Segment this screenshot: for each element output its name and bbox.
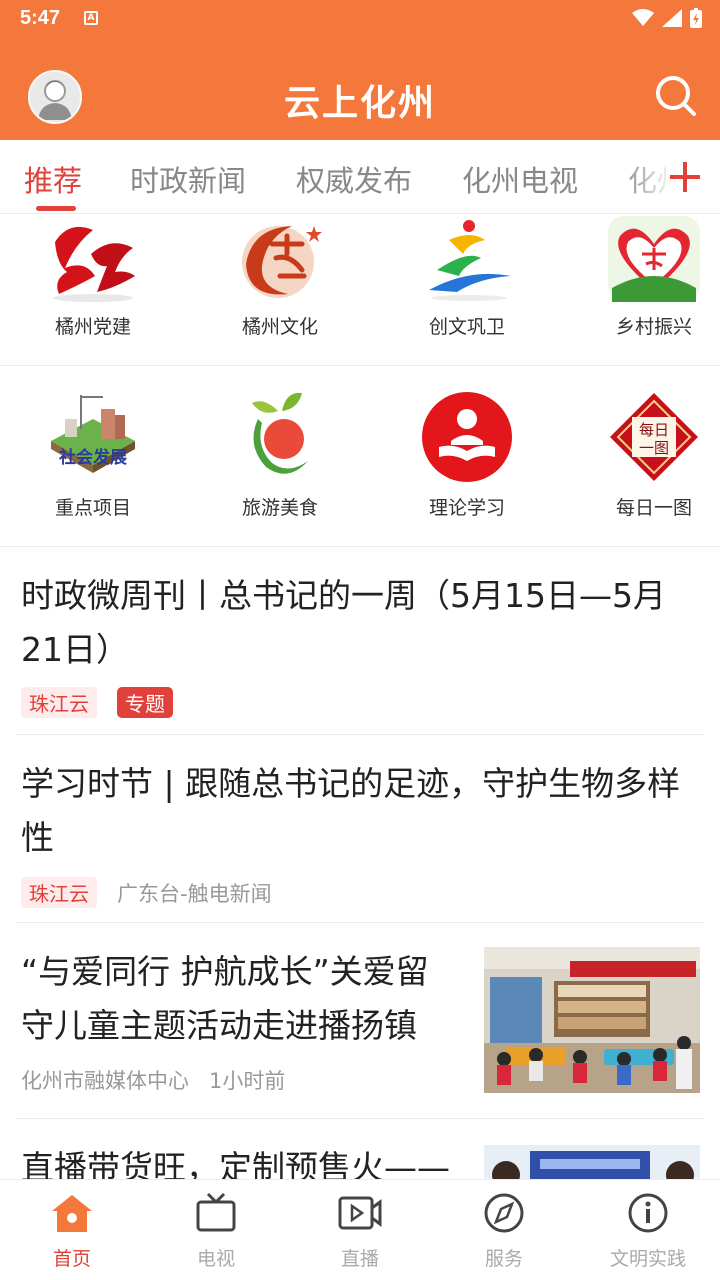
- add-channel-icon[interactable]: [666, 158, 704, 196]
- app-header-bar: 5:47 A 云上化州: [0, 0, 720, 140]
- news-time: 1小时前: [209, 1069, 286, 1093]
- tab-recommend[interactable]: 推荐: [24, 158, 82, 200]
- shortcut-label: 乡村振兴: [615, 316, 692, 338]
- title-bar: 云上化州: [0, 38, 720, 140]
- rural-revitalization-icon: [608, 216, 700, 302]
- news-meta: 珠江云 专题: [21, 687, 173, 718]
- daily-picture-icon: 每日 一图: [610, 393, 698, 481]
- news-title: “与爱同行 护航成长”关爱留守儿童主题活动走进播扬镇: [21, 952, 429, 1045]
- shortcut-civilization[interactable]: 创文巩卫: [377, 214, 557, 339]
- news-item[interactable]: 学习时节 | 跟随总书记的足迹，守护生物多样性 珠江云 广东台-触电新闻: [16, 735, 704, 923]
- nav-live[interactable]: 直播: [288, 1192, 432, 1271]
- key-projects-icon: 社会发展: [51, 395, 135, 473]
- notification-icon: A: [84, 11, 98, 25]
- tab-official-release[interactable]: 权威发布: [296, 158, 412, 200]
- news-title: 时政微周刊丨总书记的一周（5月15日—5月21日）: [21, 576, 666, 669]
- culture-icon: [242, 226, 322, 298]
- shortcut-daily-picture[interactable]: 每日 一图 每日一图: [564, 389, 720, 520]
- shortcut-grid-2: 社会发展 重点项目 旅游美食 理论学习 每日 一图 每日一图: [0, 367, 720, 547]
- news-source: 化州市融媒体中心: [21, 1069, 189, 1093]
- nav-service[interactable]: 服务: [432, 1192, 576, 1271]
- tab-politics-news[interactable]: 时政新闻: [130, 158, 246, 200]
- tv-icon: [196, 1192, 236, 1232]
- shortcut-grid-1: 橘州党建 橘州文化 创文巩卫 乡村振兴: [0, 214, 720, 366]
- nav-home[interactable]: 首页: [0, 1192, 144, 1271]
- shortcut-label: 理论学习: [428, 497, 505, 519]
- battery-icon: [690, 8, 702, 28]
- compass-icon: [484, 1193, 524, 1233]
- info-icon: [628, 1193, 668, 1233]
- party-building-icon: [53, 226, 135, 302]
- shortcut-rural-revitalization[interactable]: 乡村振兴: [564, 214, 720, 339]
- shortcut-label: 橘州文化: [241, 316, 318, 338]
- shortcut-label: 重点项目: [54, 497, 131, 519]
- source-tag: 珠江云: [21, 687, 97, 718]
- channel-tabs: 推荐 时政新闻 权威发布 化州电视 化州: [0, 140, 720, 214]
- shortcut-party-building[interactable]: 橘州党建: [3, 214, 183, 339]
- daily-badge-top: 每日: [639, 421, 669, 439]
- topic-tag: 专题: [117, 687, 173, 718]
- shortcut-key-projects[interactable]: 社会发展 重点项目: [3, 389, 183, 520]
- nav-label: 直播: [340, 1248, 379, 1270]
- nav-tv[interactable]: 电视: [144, 1192, 288, 1271]
- bottom-navigation: 首页 电视 直播 服务 文明实践: [0, 1179, 720, 1280]
- status-icons: [632, 8, 702, 28]
- shortcut-culture[interactable]: 橘州文化: [190, 214, 370, 339]
- news-thumbnail: [484, 947, 700, 1093]
- shortcut-travel-food[interactable]: 旅游美食: [190, 389, 370, 520]
- civilization-icon: [429, 220, 511, 301]
- shortcut-label: 橘州党建: [54, 316, 131, 338]
- nav-label: 电视: [196, 1248, 235, 1270]
- news-meta: 珠江云 广东台-触电新闻: [21, 877, 272, 908]
- news-item[interactable]: “与爱同行 护航成长”关爱留守儿童主题活动走进播扬镇 化州市融媒体中心 1小时前: [16, 923, 704, 1119]
- live-video-icon: [338, 1196, 382, 1230]
- news-thumbnail: [484, 1145, 700, 1179]
- wifi-icon: [632, 9, 654, 26]
- travel-food-icon: [252, 392, 308, 474]
- source-tag: 珠江云: [21, 877, 97, 908]
- shortcut-label: 每日一图: [615, 497, 692, 519]
- news-source: 广东台-触电新闻: [117, 881, 272, 906]
- shortcut-theory-study[interactable]: 理论学习: [377, 389, 557, 520]
- news-item[interactable]: 直播带货旺，定制预售火——: [16, 1119, 704, 1179]
- search-icon[interactable]: [652, 72, 698, 118]
- key-projects-badge: 社会发展: [58, 447, 127, 468]
- nav-label: 首页: [52, 1248, 91, 1270]
- active-tab-indicator: [36, 206, 76, 211]
- nav-label: 文明实践: [609, 1248, 686, 1270]
- shortcut-label: 创文巩卫: [428, 316, 505, 338]
- news-title: 学习时节 | 跟随总书记的足迹，守护生物多样性: [21, 764, 681, 857]
- status-bar: 5:47 A: [0, 0, 720, 38]
- nav-label: 服务: [484, 1248, 523, 1270]
- news-title: 直播带货旺，定制预售火——: [21, 1148, 450, 1179]
- page-title: 云上化州: [283, 83, 436, 124]
- nav-civilization-practice[interactable]: 文明实践: [576, 1192, 720, 1271]
- news-meta: 化州市融媒体中心 1小时前: [21, 1065, 285, 1095]
- news-item[interactable]: 时政微周刊丨总书记的一周（5月15日—5月21日） 珠江云 专题: [16, 547, 704, 735]
- theory-study-icon: [422, 392, 512, 482]
- status-time: 5:47: [20, 7, 61, 29]
- home-icon: [52, 1195, 92, 1232]
- tab-huazhou-tv[interactable]: 化州电视: [462, 158, 578, 200]
- shortcut-label: 旅游美食: [241, 497, 318, 519]
- daily-badge-bottom: 一图: [639, 439, 669, 457]
- signal-icon: [662, 9, 682, 27]
